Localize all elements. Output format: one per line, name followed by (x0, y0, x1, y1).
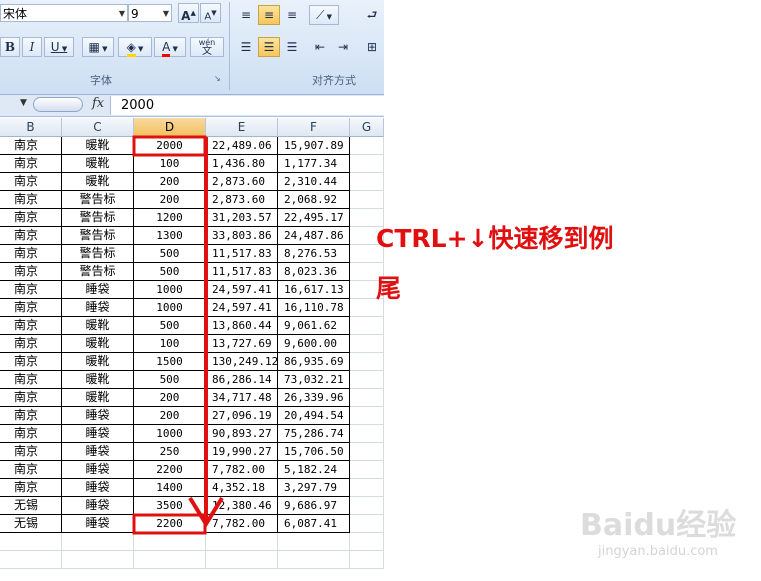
end-cell-highlight (132, 513, 207, 535)
watermark-url: jingyan.baidu.com (598, 544, 718, 559)
annotation-text-line1: CTRL+↓快速移到例 (376, 224, 614, 253)
start-cell-highlight (132, 135, 207, 157)
baidu-watermark-logo: Baidu经验 (580, 508, 737, 543)
watermark: Baidu经验 jingyan.baidu.com (580, 500, 736, 559)
annotation-text-line2: 尾 (376, 274, 402, 303)
